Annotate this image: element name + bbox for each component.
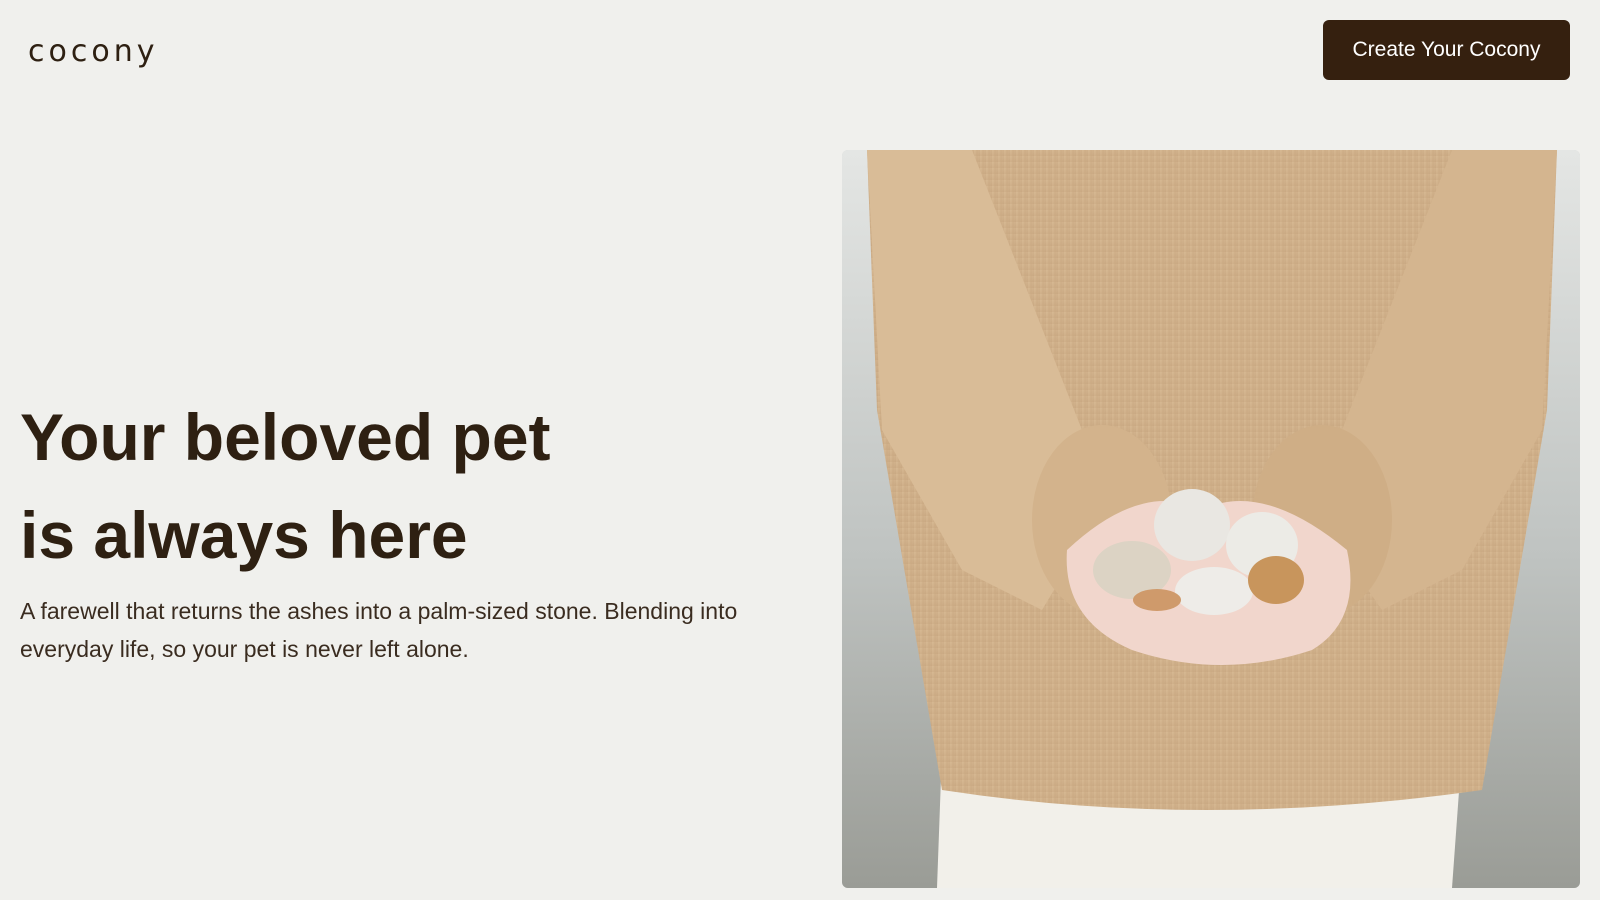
hero-subtitle: A farewell that returns the ashes into a…: [20, 598, 738, 662]
hero-title-line-1: Your beloved pet: [20, 400, 551, 474]
create-cocony-button[interactable]: Create Your Cocony: [1323, 20, 1570, 80]
hero-photo-illustration: [842, 150, 1580, 888]
hero-title: Your beloved pet is always here: [20, 388, 551, 584]
hero-title-line-2: is always here: [20, 498, 468, 572]
brand-logo[interactable]: cocony: [28, 34, 158, 69]
hero-image: [842, 150, 1580, 888]
